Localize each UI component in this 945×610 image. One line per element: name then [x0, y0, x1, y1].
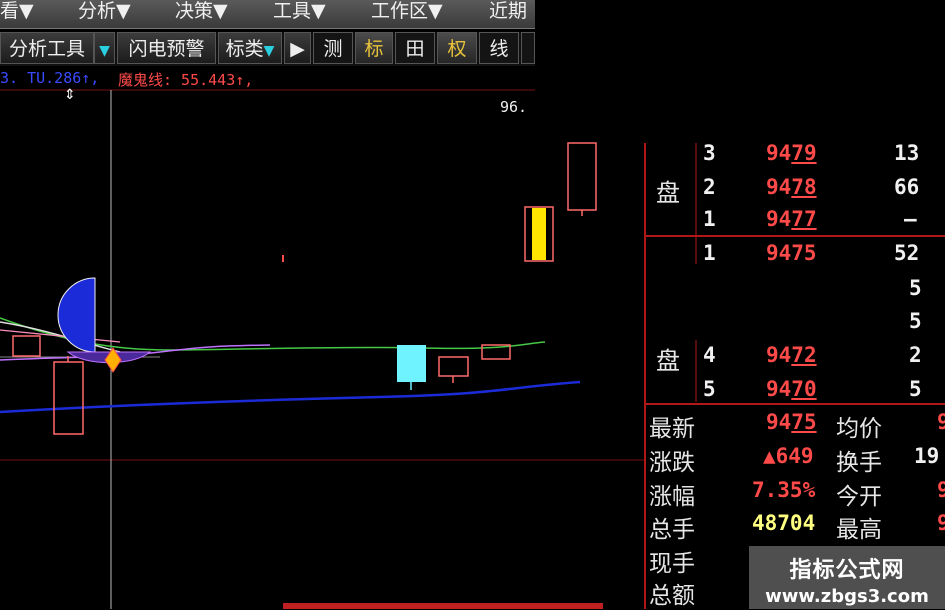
rights-label: 权: [447, 38, 467, 60]
candle-cyan: [397, 345, 426, 382]
menu-view[interactable]: 看▼: [0, 0, 34, 28]
flash-alert-button[interactable]: 闪电预警: [117, 32, 216, 64]
price-digits-underlined: 70: [791, 377, 817, 401]
sell-level: 1: [703, 207, 716, 231]
play-icon: ▶: [290, 38, 305, 60]
current-volume-label: 现手: [649, 551, 695, 577]
sell-volume: 66: [894, 175, 920, 199]
menu-tools[interactable]: 工具▼: [273, 0, 326, 28]
grid-icon: 田: [405, 38, 425, 60]
test-label: 测: [323, 38, 343, 60]
indicator-value-1: 3. TU.286↑,: [0, 69, 100, 87]
price-digits-underlined: 79: [791, 141, 817, 165]
price-digits: 94: [766, 377, 792, 401]
price-digits: 94: [766, 410, 792, 434]
buy-level: 4: [703, 343, 716, 367]
candle-red: [567, 142, 597, 211]
axis-top-value: 96.: [500, 98, 528, 116]
toolbar: 分析工具 ▼ 闪电预警 标类▼ ▶ 测 标 田 权 线: [0, 32, 535, 66]
price-digits-underlined: 77: [791, 207, 817, 231]
price-digits: 94: [766, 207, 792, 231]
candle-red: [53, 361, 84, 435]
high-value: 9: [937, 511, 945, 535]
candle-red: [12, 335, 41, 357]
amount-label: 总额: [649, 583, 695, 609]
price-digits: 94: [766, 343, 792, 367]
more-button[interactable]: [521, 32, 535, 64]
high-label: 最高: [836, 517, 882, 543]
candle-red: [438, 356, 469, 377]
sell-price[interactable]: 9479: [766, 141, 817, 165]
buy-volume: 5: [909, 377, 922, 401]
menu-workspace[interactable]: 工作区▼: [371, 0, 443, 28]
mark-label: 标: [364, 38, 384, 60]
candle-yellow: [532, 208, 546, 260]
indicator-type-label: 标类: [225, 38, 264, 60]
indicator-semicircle: [57, 277, 96, 353]
menu-decision[interactable]: 决策▼: [175, 0, 228, 28]
open-value: 9: [937, 478, 945, 502]
change-label: 涨跌: [649, 450, 695, 476]
test-button[interactable]: 测: [313, 32, 353, 64]
indicator-info-line: 3. TU.286↑, 魔鬼线: 55.443↑,: [0, 67, 535, 89]
turnover-value: 19: [914, 444, 940, 468]
open-label: 今开: [836, 484, 882, 510]
watermark: 指标公式网 www.zbgs3.com: [749, 546, 945, 609]
sell-price[interactable]: 9478: [766, 175, 817, 199]
sell-volume: —: [904, 207, 917, 231]
volume-bar: [283, 603, 603, 609]
price-digits: 94: [766, 141, 792, 165]
cursor-icon: ⇕: [64, 87, 76, 103]
buy-side-label: 盘: [656, 347, 680, 375]
buy-level: 1: [703, 241, 716, 265]
total-volume-label: 总手: [649, 517, 695, 543]
indicator-value-devil-line: 魔鬼线: 55.443↑,: [118, 71, 254, 89]
watermark-url: www.zbgs3.com: [765, 586, 929, 607]
sell-volume: 13: [894, 141, 920, 165]
avg-price-value: 9: [937, 410, 945, 434]
grid-toggle-button[interactable]: 田: [395, 32, 435, 64]
sell-level: 2: [703, 175, 716, 199]
buy-volume: 52: [894, 241, 920, 265]
analysis-tools-label: 分析工具: [8, 38, 85, 60]
analysis-tools-dropdown[interactable]: ▼: [94, 32, 115, 64]
flash-alert-label: 闪电预警: [128, 38, 205, 60]
buy-price[interactable]: 9470: [766, 377, 817, 401]
latest-value: 9475: [766, 410, 817, 434]
menu-bar: 看▼ 分析▼ 决策▼ 工具▼ 工作区▼ 近期: [0, 0, 535, 29]
play-button[interactable]: ▶: [284, 32, 311, 64]
price-digits-underlined: 78: [791, 175, 817, 199]
line-button[interactable]: 线: [479, 32, 519, 64]
buy-volume: 2: [909, 343, 922, 367]
line-label: 线: [489, 38, 509, 60]
watermark-title: 指标公式网: [789, 558, 905, 583]
buy-price[interactable]: 9475: [766, 241, 817, 265]
buy-volume: 5: [909, 276, 922, 300]
ma-line-blue: [0, 380, 581, 414]
price-digits-underlined: 72: [791, 343, 817, 367]
menu-analysis[interactable]: 分析▼: [78, 0, 131, 28]
sell-price[interactable]: 9477: [766, 207, 817, 231]
total-volume-value: 48704: [752, 511, 816, 535]
chevron-down-icon: ▼: [99, 43, 110, 59]
indicator-type-button[interactable]: 标类▼: [218, 32, 282, 64]
sell-side-label: 盘: [656, 179, 680, 207]
latest-label: 最新: [649, 416, 695, 442]
menu-recent[interactable]: 近期: [489, 0, 527, 28]
change-value: ▲649: [763, 444, 814, 468]
price-digits: 94: [766, 175, 792, 199]
turnover-label: 换手: [836, 450, 882, 476]
sell-level: 3: [703, 141, 716, 165]
analysis-tools-button[interactable]: 分析工具: [0, 32, 94, 64]
buy-volume: 5: [909, 309, 922, 333]
chevron-down-icon: ▼: [263, 43, 275, 59]
buy-price[interactable]: 9472: [766, 343, 817, 367]
buy-level: 5: [703, 377, 716, 401]
avg-price-label: 均价: [836, 416, 882, 442]
mark-button[interactable]: 标: [355, 32, 393, 64]
pct-change-label: 涨幅: [649, 484, 695, 510]
price-digits-underlined: 75: [791, 410, 817, 434]
pct-change-value: 7.35%: [752, 478, 816, 502]
rights-button[interactable]: 权: [437, 32, 477, 64]
